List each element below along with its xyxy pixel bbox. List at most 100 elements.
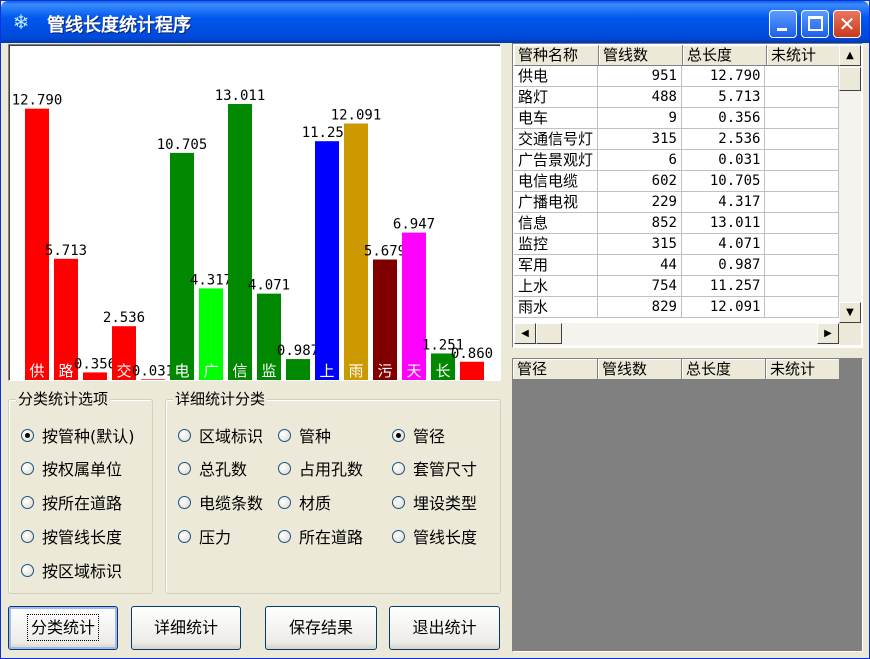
radio-button[interactable] xyxy=(178,495,191,509)
radio-pipe-type[interactable]: 管种 xyxy=(278,424,331,446)
radio-road[interactable]: 所在道路 xyxy=(278,525,363,547)
detail-table[interactable]: 管径 管线数 总长度 未统计 xyxy=(512,358,863,652)
table-cell[interactable]: 路灯 xyxy=(514,87,599,108)
table-cell[interactable]: 4.071 xyxy=(681,234,766,255)
table-cell[interactable] xyxy=(765,192,839,213)
table-row[interactable]: 广播电视 229 4.317 xyxy=(514,192,839,213)
table-cell[interactable]: 315 xyxy=(598,129,682,150)
table-cell[interactable]: 信息 xyxy=(514,213,599,234)
classify-stat-button[interactable]: 分类统计 xyxy=(8,606,118,650)
radio-pressure[interactable]: 压力 xyxy=(178,525,231,547)
vertical-scrollbar[interactable]: ▲ ▼ xyxy=(839,45,861,323)
table-row[interactable]: 监控 315 4.071 xyxy=(514,234,839,255)
table-row[interactable]: 军用 44 0.987 xyxy=(514,255,839,276)
scroll-right-icon[interactable]: ▶ xyxy=(817,323,839,344)
radio-material[interactable]: 材质 xyxy=(278,491,331,513)
radio-button[interactable] xyxy=(21,529,34,543)
table-cell[interactable]: 829 xyxy=(598,297,682,318)
radio-button[interactable] xyxy=(178,428,191,442)
minimize-button[interactable] xyxy=(769,10,797,38)
table-cell[interactable] xyxy=(765,87,839,108)
table-cell[interactable]: 13.011 xyxy=(681,213,766,234)
scroll-thumb[interactable] xyxy=(839,67,861,91)
table-cell[interactable]: 2.536 xyxy=(681,129,766,150)
scroll-left-icon[interactable]: ◀ xyxy=(514,323,536,344)
table-cell[interactable]: 4.317 xyxy=(681,192,766,213)
close-button[interactable]: ✕ xyxy=(833,10,861,38)
radio-button[interactable] xyxy=(278,428,291,442)
table-row[interactable]: 广告景观灯 6 0.031 xyxy=(514,150,839,171)
table-cell[interactable] xyxy=(765,66,839,87)
table-cell[interactable]: 9 xyxy=(598,108,682,129)
radio-diameter[interactable]: 管径 xyxy=(392,424,445,446)
table-row[interactable]: 信息 852 13.011 xyxy=(514,213,839,234)
column-header[interactable]: 未统计 xyxy=(767,45,841,66)
table-cell[interactable]: 5.713 xyxy=(681,87,766,108)
title-bar[interactable]: ❄ 管线长度统计程序 ✕ xyxy=(1,1,869,43)
table-cell[interactable] xyxy=(765,297,839,318)
table-cell[interactable]: 754 xyxy=(598,276,682,297)
radio-by-length[interactable]: 按管线长度 xyxy=(21,525,122,547)
table-row[interactable]: 电车 9 0.356 xyxy=(514,108,839,129)
radio-button[interactable] xyxy=(392,495,405,509)
exit-stat-button[interactable]: 退出统计 xyxy=(389,606,500,650)
horizontal-scrollbar[interactable]: ◀ ▶ xyxy=(514,323,839,345)
table-cell[interactable]: 229 xyxy=(598,192,682,213)
table-cell[interactable]: 供电 xyxy=(514,66,599,87)
radio-button[interactable] xyxy=(178,529,191,543)
radio-button[interactable] xyxy=(21,495,34,509)
table-cell[interactable]: 44 xyxy=(598,255,682,276)
radio-button[interactable] xyxy=(21,428,34,442)
radio-burial-type[interactable]: 埋设类型 xyxy=(392,491,477,513)
scroll-down-icon[interactable]: ▼ xyxy=(839,302,861,323)
scroll-up-icon[interactable]: ▲ xyxy=(839,45,861,66)
table-cell[interactable] xyxy=(765,150,839,171)
table-cell[interactable]: 6 xyxy=(598,150,682,171)
radio-button[interactable] xyxy=(278,495,291,509)
radio-by-road[interactable]: 按所在道路 xyxy=(21,491,122,513)
radio-cable-count[interactable]: 电缆条数 xyxy=(178,491,263,513)
table-cell[interactable]: 雨水 xyxy=(514,297,599,318)
table-cell[interactable] xyxy=(765,213,839,234)
detail-stat-button[interactable]: 详细统计 xyxy=(131,606,241,650)
table-cell[interactable]: 488 xyxy=(598,87,682,108)
table-cell[interactable] xyxy=(765,129,839,150)
radio-button[interactable] xyxy=(392,529,405,543)
table-cell[interactable]: 852 xyxy=(598,213,682,234)
table-cell[interactable]: 10.705 xyxy=(681,171,766,192)
table-row[interactable]: 上水 754 11.257 xyxy=(514,276,839,297)
table-cell[interactable] xyxy=(765,276,839,297)
table-row[interactable]: 雨水 829 12.091 xyxy=(514,297,839,318)
maximize-button[interactable] xyxy=(801,10,829,38)
radio-region[interactable]: 区域标识 xyxy=(178,424,263,446)
radio-by-owner[interactable]: 按权属单位 xyxy=(21,457,122,479)
table-cell[interactable]: 315 xyxy=(598,234,682,255)
radio-sleeve-size[interactable]: 套管尺寸 xyxy=(392,457,477,479)
radio-by-pipe-type[interactable]: 按管种(默认) xyxy=(21,424,135,446)
column-header[interactable]: 总长度 xyxy=(682,359,766,380)
table-cell[interactable] xyxy=(765,108,839,129)
table-row[interactable]: 路灯 488 5.713 xyxy=(514,87,839,108)
scroll-thumb[interactable] xyxy=(536,323,562,344)
table-cell[interactable]: 广播电视 xyxy=(514,192,599,213)
radio-button[interactable] xyxy=(21,563,34,577)
save-result-button[interactable]: 保存结果 xyxy=(265,606,377,650)
table-cell[interactable]: 11.257 xyxy=(681,276,766,297)
column-header[interactable]: 管种名称 xyxy=(514,45,599,66)
column-header[interactable]: 管线数 xyxy=(599,45,683,66)
radio-button[interactable] xyxy=(21,461,34,475)
radio-used-holes[interactable]: 占用孔数 xyxy=(278,457,363,479)
table-cell[interactable]: 0.987 xyxy=(681,255,766,276)
column-header[interactable]: 管径 xyxy=(513,359,598,380)
radio-pipe-length[interactable]: 管线长度 xyxy=(392,525,477,547)
table-row[interactable]: 电信电缆 602 10.705 xyxy=(514,171,839,192)
table-cell[interactable]: 上水 xyxy=(514,276,599,297)
table-cell[interactable]: 电车 xyxy=(514,108,599,129)
table-cell[interactable]: 广告景观灯 xyxy=(514,150,599,171)
table-cell[interactable]: 12.091 xyxy=(681,297,766,318)
table-cell[interactable]: 电信电缆 xyxy=(514,171,599,192)
radio-button[interactable] xyxy=(278,461,291,475)
table-cell[interactable] xyxy=(765,171,839,192)
table-cell[interactable]: 监控 xyxy=(514,234,599,255)
column-header[interactable]: 管线数 xyxy=(598,359,682,380)
